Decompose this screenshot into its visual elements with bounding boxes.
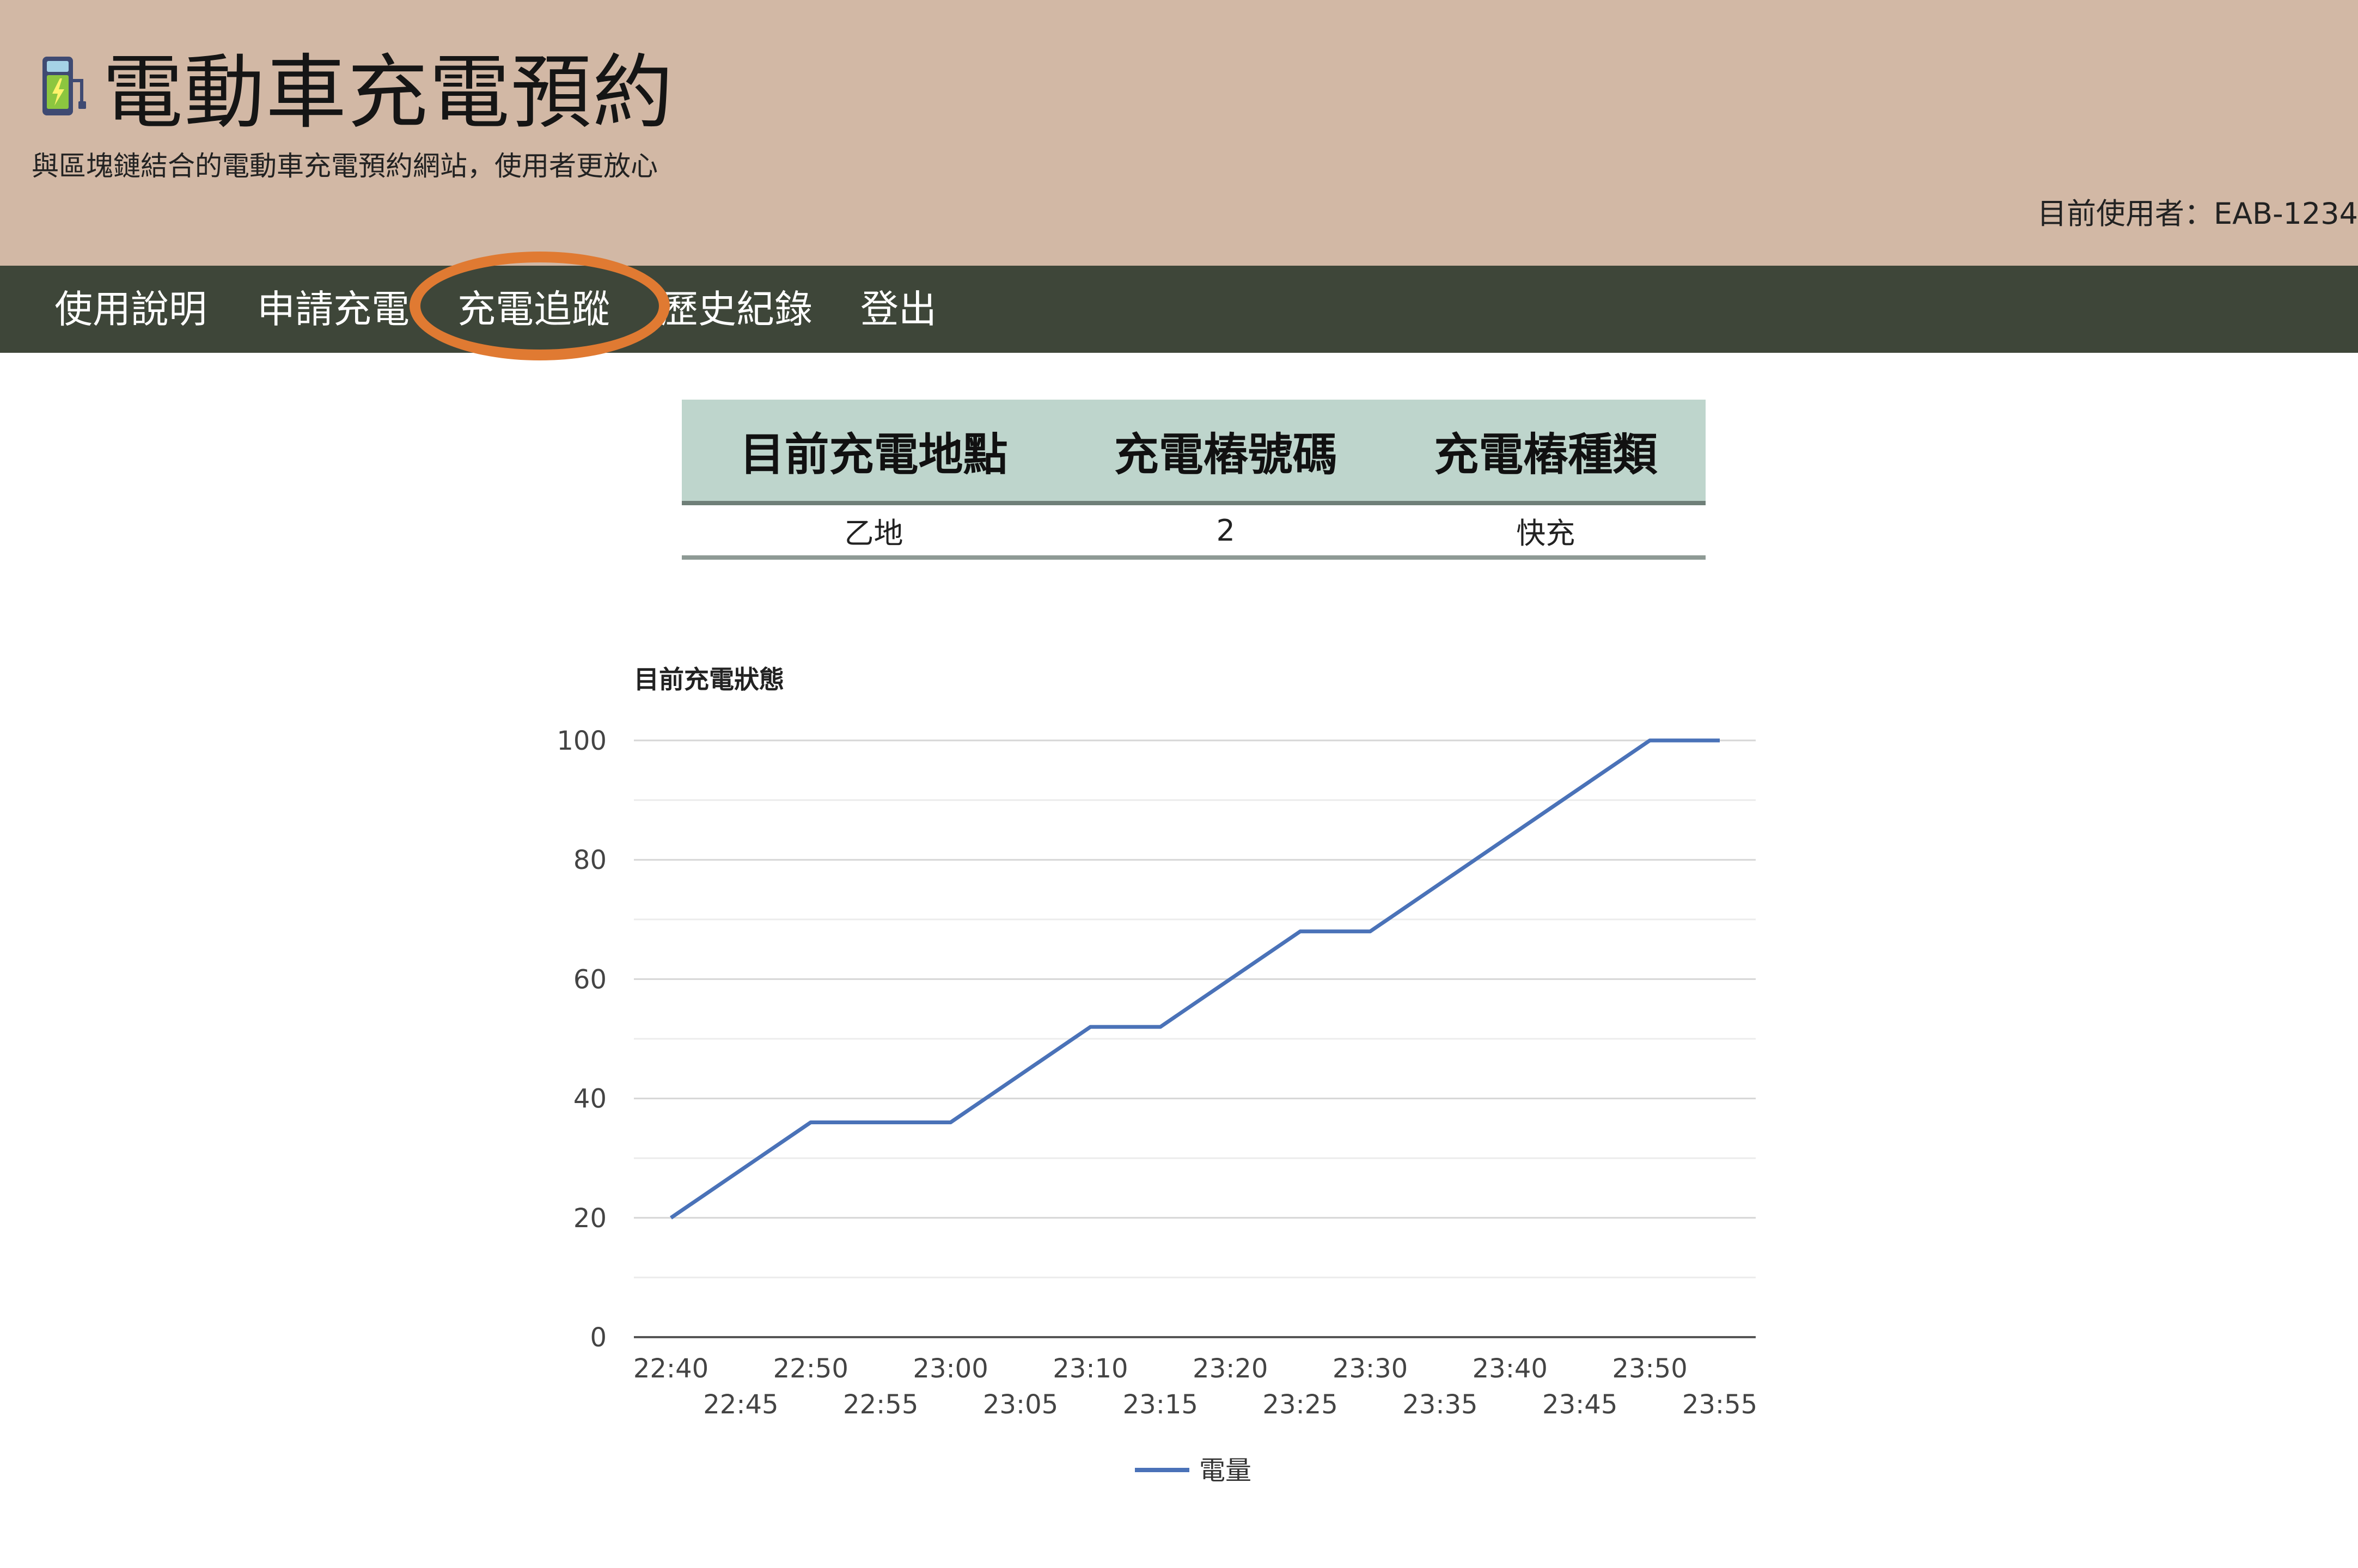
x-tick-label: 23:10 xyxy=(1053,1353,1128,1384)
y-tick-label: 60 xyxy=(573,964,607,995)
page: 電動車充電預約 與區塊鏈結合的電動車充電預約網站，使用者更放心 目前使用者：EA… xyxy=(0,0,2358,1568)
charging-status-chart: 目前充電狀態 0 20 40 60 80 100 22:40 22:45 22:50 22:55… xyxy=(557,665,1757,1486)
y-tick-label: 80 xyxy=(573,845,607,875)
x-tick-label: 23:25 xyxy=(1262,1389,1337,1420)
y-tick-label: 40 xyxy=(573,1084,607,1114)
x-tick-label: 23:50 xyxy=(1612,1353,1687,1384)
legend-label: 電量 xyxy=(1199,1455,1251,1486)
x-tick-label: 22:50 xyxy=(773,1353,848,1384)
x-tick-label: 22:55 xyxy=(843,1389,918,1420)
chart-title: 目前充電狀態 xyxy=(634,665,784,694)
x-tick-label: 23:20 xyxy=(1193,1353,1268,1384)
y-tick-label: 20 xyxy=(573,1203,607,1234)
x-tick-label: 22:45 xyxy=(703,1389,778,1420)
chart-legend: 電量 xyxy=(1135,1455,1251,1486)
x-tick-label: 23:55 xyxy=(1682,1389,1757,1420)
y-tick-label: 0 xyxy=(590,1322,607,1353)
x-tick-label: 23:15 xyxy=(1123,1389,1198,1420)
x-tick-label: 23:45 xyxy=(1542,1389,1617,1420)
chart-x-axis: 22:40 22:45 22:50 22:55 23:00 23:05 23:10 23:15… xyxy=(633,1353,1757,1420)
x-tick-label: 23:40 xyxy=(1473,1353,1548,1384)
x-tick-label: 23:35 xyxy=(1402,1389,1477,1420)
x-tick-label: 23:00 xyxy=(913,1353,988,1384)
x-tick-label: 23:30 xyxy=(1333,1353,1408,1384)
chart-y-axis: 0 20 40 60 80 100 xyxy=(557,726,607,1353)
x-tick-label: 23:05 xyxy=(983,1389,1058,1420)
x-tick-label: 22:40 xyxy=(633,1353,708,1384)
y-tick-label: 100 xyxy=(557,726,607,756)
chart-grid xyxy=(634,739,1756,1338)
